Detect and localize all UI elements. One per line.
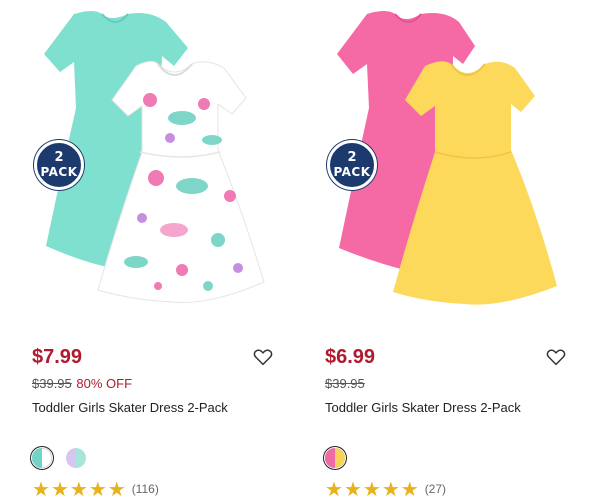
color-swatches <box>32 448 86 468</box>
badge-label: PACK <box>40 165 78 179</box>
color-swatch[interactable] <box>66 448 86 468</box>
star-icon: ★ <box>400 477 419 498</box>
sale-price: $7.99 <box>32 346 83 368</box>
star-icon: ★ <box>107 477 126 498</box>
color-swatch[interactable] <box>325 448 345 468</box>
star-icon: ★ <box>88 477 107 498</box>
product-card[interactable]: 2 PACK $7.99 $39.95 80% OFF Toddler Girl… <box>32 0 296 498</box>
star-rating[interactable]: ★ ★ ★ ★ ★ (27) <box>325 477 447 498</box>
star-icon: ★ <box>381 477 400 498</box>
original-price: $39.95 <box>325 376 365 391</box>
star-rating[interactable]: ★ ★ ★ ★ ★ (116) <box>32 477 159 498</box>
price-row: $39.95 80% OFF <box>32 376 132 391</box>
product-title[interactable]: Toddler Girls Skater Dress 2-Pack <box>325 400 521 415</box>
badge-label: PACK <box>333 165 371 179</box>
color-swatch[interactable] <box>32 448 52 468</box>
star-icon: ★ <box>32 477 50 498</box>
star-icon: ★ <box>325 477 343 498</box>
star-icon: ★ <box>69 477 88 498</box>
star-icon: ★ <box>50 477 69 498</box>
sale-price: $6.99 <box>325 346 376 368</box>
star-icon: ★ <box>362 477 381 498</box>
original-price: $39.95 <box>32 376 72 391</box>
price-row: $39.95 <box>325 376 365 391</box>
discount-label: 80% OFF <box>76 376 133 391</box>
star-icon: ★ <box>343 477 362 498</box>
product-image[interactable]: 2 PACK <box>32 0 272 330</box>
heart-outline-icon[interactable] <box>253 348 273 366</box>
review-count: (116) <box>131 482 159 496</box>
product-card[interactable]: 2 PACK $6.99 $39.95 Toddler Girls Skater… <box>325 0 589 498</box>
heart-outline-icon[interactable] <box>546 348 566 366</box>
review-count: (27) <box>424 482 447 496</box>
badge-number: 2 <box>54 150 64 165</box>
product-image[interactable]: 2 PACK <box>325 0 565 330</box>
badge-number: 2 <box>347 150 357 165</box>
two-pack-badge: 2 PACK <box>327 140 377 190</box>
product-title[interactable]: Toddler Girls Skater Dress 2-Pack <box>32 400 228 415</box>
color-swatches <box>325 448 345 468</box>
two-pack-badge: 2 PACK <box>34 140 84 190</box>
